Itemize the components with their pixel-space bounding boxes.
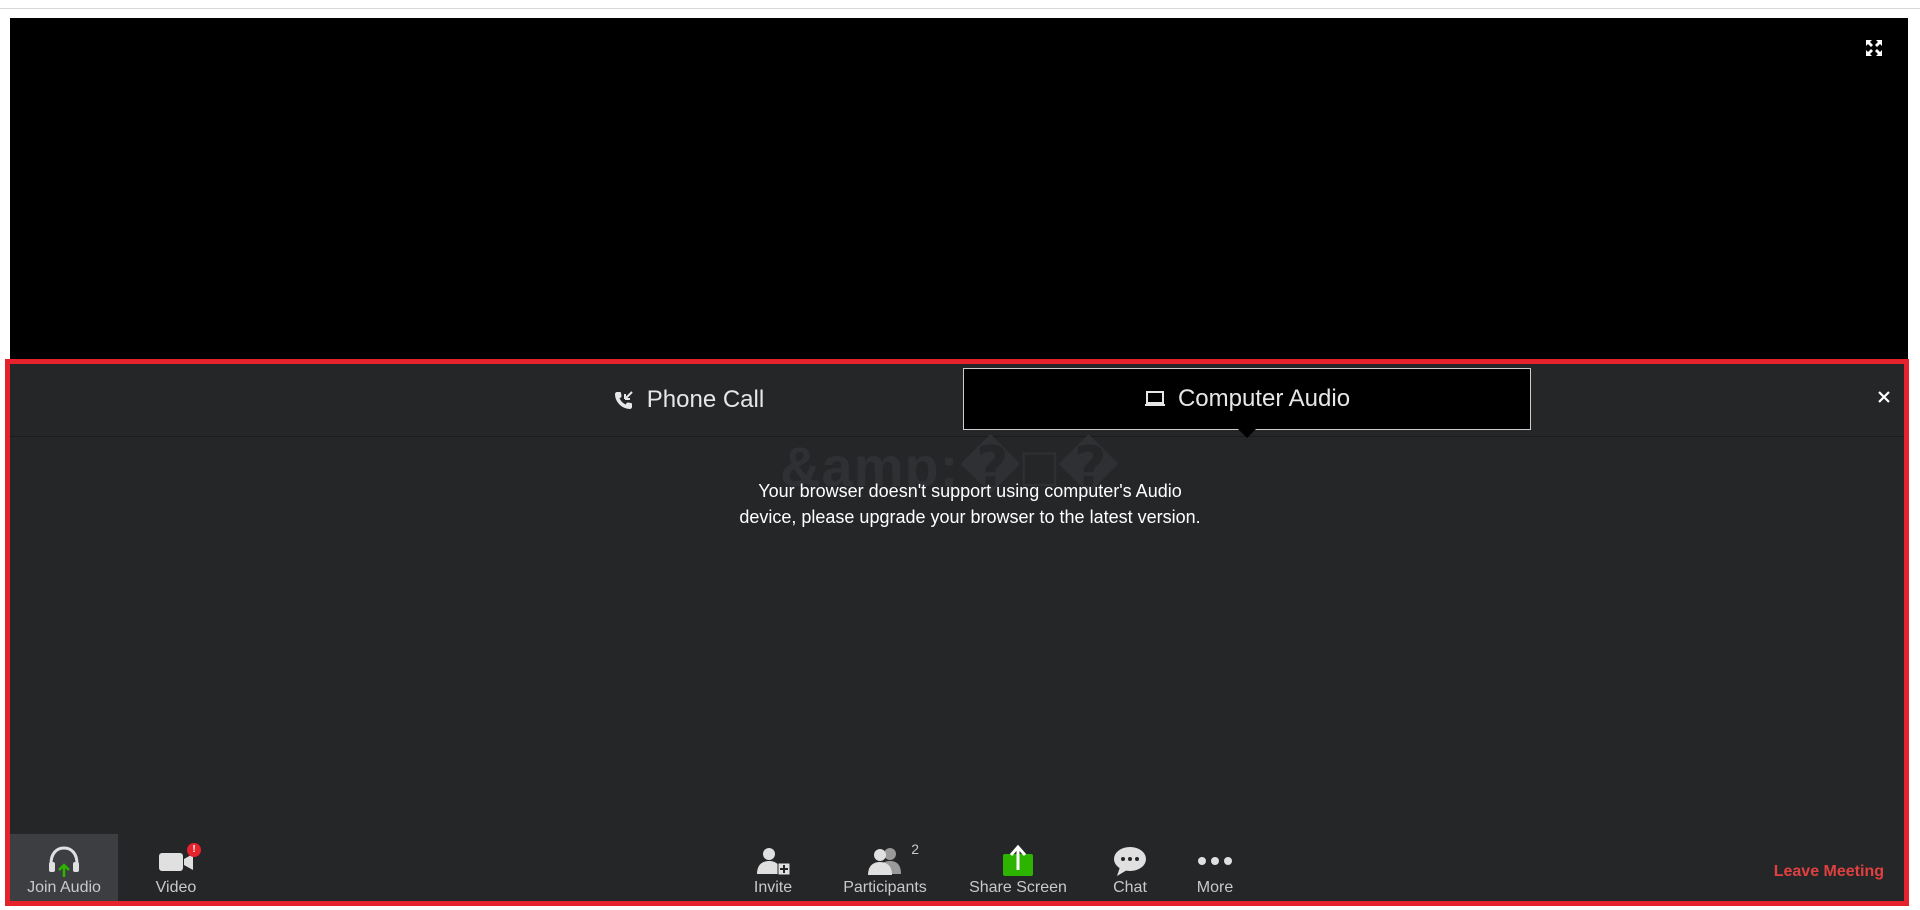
browser-top-strip <box>0 0 1920 18</box>
share-screen-icon <box>1001 843 1035 879</box>
add-user-icon <box>754 843 792 879</box>
chat-label: Chat <box>1113 879 1147 896</box>
top-divider <box>0 8 1920 9</box>
join-audio-button[interactable]: Join Audio <box>10 834 118 901</box>
participants-button[interactable]: 2 Participants <box>830 834 940 901</box>
chat-bubble-icon <box>1112 843 1148 879</box>
message-line-2: device, please upgrade your browser to t… <box>739 507 1201 527</box>
leave-meeting-button[interactable]: Leave Meeting <box>1774 863 1884 881</box>
audio-panel: Phone Call Computer Audio &amp;�□� Your … <box>5 359 1909 906</box>
headphones-icon <box>46 843 82 879</box>
more-button[interactable]: More <box>1175 834 1255 901</box>
video-alert-badge: ! <box>187 843 201 857</box>
close-button[interactable] <box>1874 388 1894 408</box>
message-line-1: Your browser doesn't support using compu… <box>758 481 1182 501</box>
invite-button[interactable]: Invite <box>733 834 813 901</box>
share-screen-label: Share Screen <box>969 879 1067 896</box>
video-label: Video <box>155 879 197 896</box>
video-area <box>10 18 1908 361</box>
laptop-icon <box>1144 389 1166 409</box>
participants-icon: 2 <box>865 841 919 879</box>
invite-label: Invite <box>753 879 793 896</box>
join-audio-label: Join Audio <box>27 879 101 896</box>
share-screen-button[interactable]: Share Screen <box>963 834 1073 901</box>
participants-count: 2 <box>911 841 919 857</box>
meeting-toolbar: Join Audio ! Video Invite 2 Participants… <box>10 834 1904 901</box>
expand-icon <box>1866 40 1882 56</box>
tab-caret <box>1238 429 1256 438</box>
more-dots-icon <box>1197 843 1233 879</box>
audio-tabs: Phone Call Computer Audio <box>10 364 1904 438</box>
browser-unsupported-message: Your browser doesn't support using compu… <box>630 478 1310 530</box>
tab-phone-call-label: Phone Call <box>646 386 765 413</box>
video-button[interactable]: ! Video <box>122 834 230 901</box>
phone-incoming-icon <box>613 389 635 411</box>
tab-phone-call[interactable]: Phone Call <box>436 364 941 436</box>
tab-computer-audio-label: Computer Audio <box>1177 385 1351 412</box>
close-icon <box>1878 391 1890 403</box>
participants-label: Participants <box>843 879 927 896</box>
video-camera-icon: ! <box>157 843 201 879</box>
chat-button[interactable]: Chat <box>1090 834 1170 901</box>
more-label: More <box>1196 879 1234 896</box>
tab-computer-audio[interactable]: Computer Audio <box>963 368 1531 438</box>
fullscreen-button[interactable] <box>1864 38 1884 58</box>
